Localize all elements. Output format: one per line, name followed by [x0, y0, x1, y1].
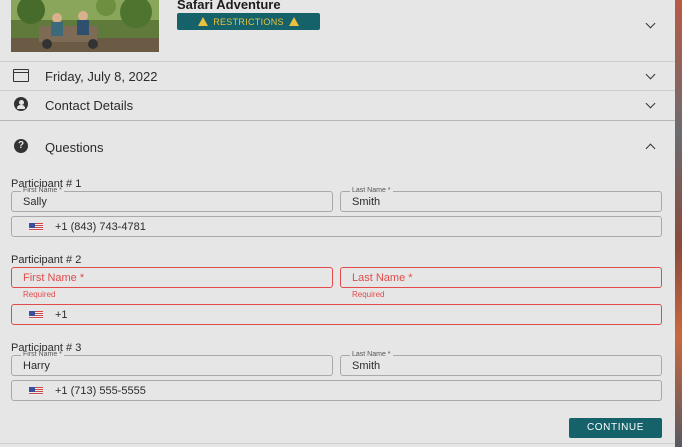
- first-name-value: Harry: [23, 360, 50, 372]
- first-name-value: Sally: [23, 196, 47, 208]
- us-flag-icon[interactable]: [29, 311, 43, 319]
- participant-2-phone-field[interactable]: +1: [11, 304, 662, 325]
- participant-3-last-name-field[interactable]: Last Name * Smith: [340, 351, 662, 376]
- last-name-legend: Last Name *: [350, 187, 393, 195]
- us-flag-icon[interactable]: [29, 387, 43, 395]
- phone-value: +1 (713) 555-5555: [55, 385, 146, 397]
- participant-1-phone-field[interactable]: +1 (843) 743-4781: [11, 216, 662, 237]
- contact-details-label: Contact Details: [45, 98, 134, 113]
- participant-2-first-name-field[interactable]: First Name *: [11, 267, 333, 288]
- question-icon: ?: [14, 139, 28, 153]
- warning-icon: [198, 17, 209, 26]
- chevron-down-icon[interactable]: [645, 98, 656, 109]
- tour-title: Safari Adventure: [177, 0, 281, 12]
- last-name-placeholder: Last Name *: [352, 272, 413, 284]
- restrictions-badge[interactable]: RESTRICTIONS: [177, 13, 320, 30]
- tour-header[interactable]: Safari Adventure RESTRICTIONS: [0, 0, 675, 62]
- first-name-legend: First Name *: [21, 187, 64, 195]
- first-name-error: Required: [23, 290, 56, 299]
- first-name-legend: First Name *: [21, 351, 64, 359]
- last-name-value: Smith: [352, 196, 381, 208]
- chevron-down-icon[interactable]: [645, 18, 656, 29]
- contact-details-section[interactable]: Contact Details: [0, 90, 675, 121]
- participant-3-first-name-field[interactable]: First Name * Harry: [11, 351, 333, 376]
- date-label: Friday, July 8, 2022: [45, 69, 158, 84]
- chevron-down-icon[interactable]: [645, 69, 656, 80]
- date-section[interactable]: Friday, July 8, 2022: [0, 61, 675, 91]
- participant-1-last-name-field[interactable]: Last Name * Smith: [340, 187, 662, 212]
- tour-thumbnail: [11, 0, 159, 52]
- last-name-value: Smith: [352, 360, 381, 372]
- person-icon: [14, 97, 28, 111]
- chevron-up-icon[interactable]: [645, 143, 656, 154]
- background-image-strip: [675, 0, 682, 447]
- participant-1-first-name-field[interactable]: First Name * Sally: [11, 187, 333, 212]
- calendar-icon: [13, 69, 29, 82]
- phone-value: +1: [55, 309, 68, 321]
- warning-icon: [288, 17, 299, 26]
- participant-2-last-name-field[interactable]: Last Name *: [340, 267, 662, 288]
- participant-3-phone-field[interactable]: +1 (713) 555-5555: [11, 380, 662, 401]
- divider: [0, 443, 675, 444]
- last-name-legend: Last Name *: [350, 351, 393, 359]
- participant-2-label: Participant # 2: [11, 254, 82, 266]
- phone-value: +1 (843) 743-4781: [55, 221, 146, 233]
- questions-label: Questions: [45, 140, 104, 155]
- first-name-placeholder: First Name *: [23, 272, 85, 284]
- last-name-error: Required: [352, 290, 385, 299]
- questions-section[interactable]: ? Questions: [0, 120, 675, 166]
- continue-button[interactable]: CONTINUE: [569, 418, 662, 438]
- restrictions-label: RESTRICTIONS: [213, 16, 284, 27]
- booking-panel: Safari Adventure RESTRICTIONS Friday, Ju…: [0, 0, 675, 447]
- us-flag-icon[interactable]: [29, 223, 43, 231]
